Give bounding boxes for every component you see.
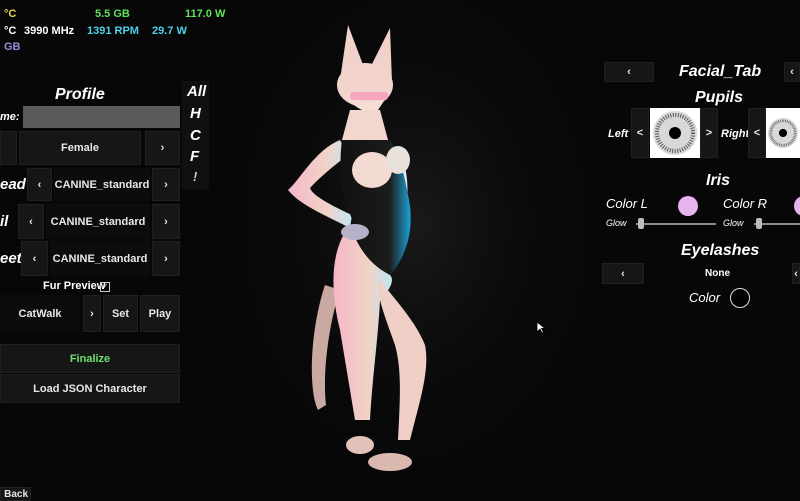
ram-readout: 5.5 GB: [95, 8, 130, 20]
facial-tab-title: Facial_Tab: [679, 63, 762, 80]
gpu-temp-readout: °C: [4, 25, 17, 37]
feet-next-button[interactable]: ›: [152, 241, 180, 276]
tab-head[interactable]: H: [190, 105, 201, 122]
load-json-button[interactable]: Load JSON Character: [0, 374, 180, 403]
animation-next-button[interactable]: ›: [83, 295, 101, 332]
pupil-left-texture: [650, 108, 700, 158]
fur-preview-label: Fur Preview: [43, 280, 106, 292]
eyelash-color-swatch[interactable]: [730, 288, 750, 308]
feet-label: eet: [0, 250, 22, 267]
head-label: ead: [0, 176, 26, 193]
gender-value: Female: [19, 131, 141, 165]
tail-next-button[interactable]: ›: [152, 204, 180, 239]
tab-feet[interactable]: F: [190, 148, 199, 165]
fan-readout: 1391 RPM: [87, 25, 139, 37]
tail-label: il: [0, 213, 9, 230]
finalize-button[interactable]: Finalize: [0, 344, 180, 373]
clock-readout: 3990 MHz: [24, 25, 75, 37]
tail-prev-button[interactable]: ‹: [18, 204, 44, 239]
feet-value: CANINE_standard: [50, 241, 150, 276]
iris-title: Iris: [706, 172, 731, 189]
vram-readout: GB: [4, 41, 21, 53]
mouse-cursor: [536, 321, 546, 334]
head-next-button[interactable]: ›: [152, 168, 180, 201]
character-viewport[interactable]: [230, 0, 600, 500]
glow-l-label: Glow: [606, 218, 627, 228]
feet-prev-button[interactable]: ‹: [21, 241, 48, 276]
iris-color-r-label: Color R: [723, 196, 768, 211]
eyelash-value: None: [705, 268, 730, 279]
eyelash-prev-button[interactable]: ‹: [602, 263, 644, 284]
name-label: me:: [0, 111, 20, 123]
filter-tabs: All H C F !: [182, 81, 209, 189]
name-input[interactable]: [23, 106, 180, 128]
fur-preview-checkbox[interactable]: ✓: [100, 282, 110, 292]
gender-prev-button[interactable]: [0, 131, 17, 165]
iris-color-l-swatch[interactable]: [678, 196, 698, 216]
head-prev-button[interactable]: ‹: [27, 168, 52, 201]
facial-tab-next-button[interactable]: ‹: [784, 62, 800, 82]
pupils-title: Pupils: [695, 89, 744, 106]
power2-readout: 29.7 W: [152, 25, 187, 37]
tail-value: CANINE_standard: [46, 204, 150, 239]
pupil-left-next-button[interactable]: >: [700, 108, 718, 158]
back-button[interactable]: Back: [0, 487, 31, 501]
animation-value: CatWalk: [0, 295, 80, 332]
animation-set-button[interactable]: Set: [103, 295, 138, 332]
pupil-right-prev-button[interactable]: <: [748, 108, 766, 158]
pupil-left-icon: [653, 111, 697, 155]
iris-color-r-swatch[interactable]: [794, 196, 800, 216]
profile-title: Profile: [55, 86, 105, 103]
pupil-right-icon: [768, 118, 798, 148]
eyelash-color-label: Color: [689, 290, 721, 305]
gender-next-button[interactable]: ›: [145, 131, 180, 165]
eyelash-next-button[interactable]: ‹: [792, 263, 800, 284]
pupil-left-label: Left: [608, 128, 629, 140]
power-readout: 117.0 W: [185, 8, 226, 20]
pupil-right-label: Right: [721, 128, 750, 140]
tab-all[interactable]: All: [187, 83, 206, 100]
tab-misc[interactable]: !: [193, 169, 197, 184]
cpu-temp-readout: °C: [4, 8, 17, 20]
pupil-right-texture: [766, 108, 800, 158]
glow-l-track[interactable]: [636, 223, 716, 225]
tab-chest[interactable]: C: [190, 127, 201, 144]
iris-color-l-label: Color L: [606, 196, 648, 211]
glow-r-slider[interactable]: [756, 218, 762, 229]
glow-l-slider[interactable]: [638, 218, 644, 229]
eyelashes-title: Eyelashes: [681, 242, 760, 259]
head-value: CANINE_standard: [54, 168, 150, 201]
pupil-left-prev-button[interactable]: <: [631, 108, 649, 158]
glow-r-label: Glow: [723, 218, 744, 228]
animation-play-button[interactable]: Play: [140, 295, 180, 332]
facial-tab-prev-button[interactable]: ‹: [604, 62, 654, 82]
